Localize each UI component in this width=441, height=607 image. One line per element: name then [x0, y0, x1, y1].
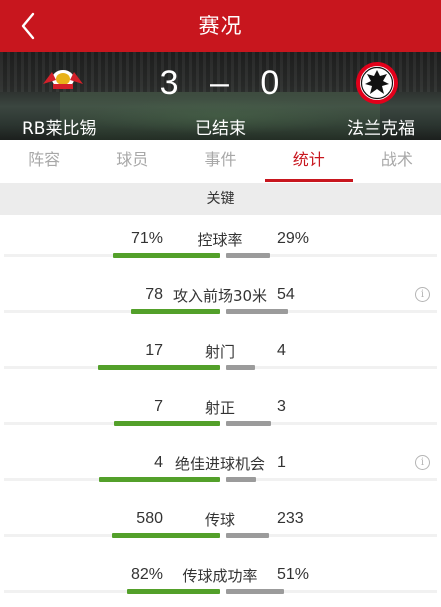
tab-events[interactable]: 事件	[176, 140, 264, 182]
tab-stats[interactable]: 统计	[264, 140, 354, 182]
tab-tactics[interactable]: 战术	[353, 140, 441, 182]
info-icon[interactable]: i	[415, 287, 430, 302]
stat-label: 绝佳进球机会	[174, 455, 265, 473]
section-header: 关键	[0, 183, 441, 215]
scoreboard: 3 – 0 RB莱比锡 已结束 法兰克福	[0, 52, 441, 140]
top-bar: 赛况	[0, 0, 441, 52]
stat-row-shots: 17 射门 4	[0, 327, 441, 383]
away-stat-bar	[226, 421, 272, 426]
away-team-logo[interactable]	[355, 61, 399, 105]
away-stat-bar	[226, 309, 288, 314]
tab-players[interactable]: 球员	[88, 140, 176, 182]
away-stat-value: 4	[277, 342, 286, 359]
home-stat-value: 17	[145, 342, 163, 359]
stat-row-big-chances: 4 绝佳进球机会 1 i	[0, 439, 441, 495]
away-bar-track	[226, 366, 437, 369]
tab-lineup[interactable]: 阵容	[0, 140, 88, 182]
home-stat-bar	[112, 533, 220, 538]
stat-label: 传球	[204, 511, 235, 529]
away-stat-bar	[226, 253, 270, 258]
stat-list: 71% 控球率 29% 78 攻入前场30米 54 i 17 射门 4 7 射正…	[0, 215, 441, 607]
away-stat-bar	[226, 533, 270, 538]
away-stat-bar	[226, 589, 284, 594]
stat-label: 攻入前场30米	[172, 287, 268, 305]
home-stat-value: 4	[154, 454, 163, 471]
stat-row-final-third-entries: 78 攻入前场30米 54 i	[0, 271, 441, 327]
home-stat-value: 71%	[130, 230, 163, 247]
home-stat-bar	[126, 589, 220, 594]
home-stat-bar	[112, 253, 220, 258]
away-stat-value: 3	[277, 398, 286, 415]
away-score: 0	[260, 64, 282, 102]
home-stat-bar	[130, 309, 220, 314]
tab-bar: 阵容 球员 事件 统计 战术	[0, 140, 441, 182]
page-title: 赛况	[198, 14, 243, 38]
away-stat-value: 29%	[277, 230, 310, 247]
stat-label: 传球成功率	[182, 567, 258, 585]
stat-label: 射门	[204, 343, 235, 361]
home-stat-value: 78	[145, 286, 163, 303]
home-stat-value: 580	[136, 510, 163, 527]
score-separator: –	[210, 64, 231, 102]
stat-row-possession: 71% 控球率 29%	[0, 215, 441, 271]
home-stat-bar	[114, 421, 220, 426]
away-stat-value: 51%	[277, 566, 310, 583]
away-stat-bar	[226, 365, 255, 370]
home-stat-value: 82%	[130, 566, 163, 583]
away-stat-value: 233	[277, 510, 304, 527]
away-stat-value: 1	[277, 454, 286, 471]
stat-label: 控球率	[197, 231, 243, 249]
away-stat-value: 54	[277, 286, 295, 303]
stat-label: 射正	[204, 399, 235, 417]
stat-row-pass-accuracy: 82% 传球成功率 51%	[0, 551, 441, 607]
info-icon[interactable]: i	[415, 455, 430, 470]
home-score: 3	[159, 64, 181, 102]
home-stat-bar	[97, 365, 220, 370]
away-stat-bar	[226, 477, 257, 482]
stat-row-shots-on-target: 7 射正 3	[0, 383, 441, 439]
away-bar-track	[226, 478, 437, 481]
home-stat-value: 7	[154, 398, 163, 415]
stat-row-passes: 580 传球 233	[0, 495, 441, 551]
away-team-name[interactable]: 法兰克福	[347, 114, 415, 139]
home-stat-bar	[99, 477, 220, 482]
